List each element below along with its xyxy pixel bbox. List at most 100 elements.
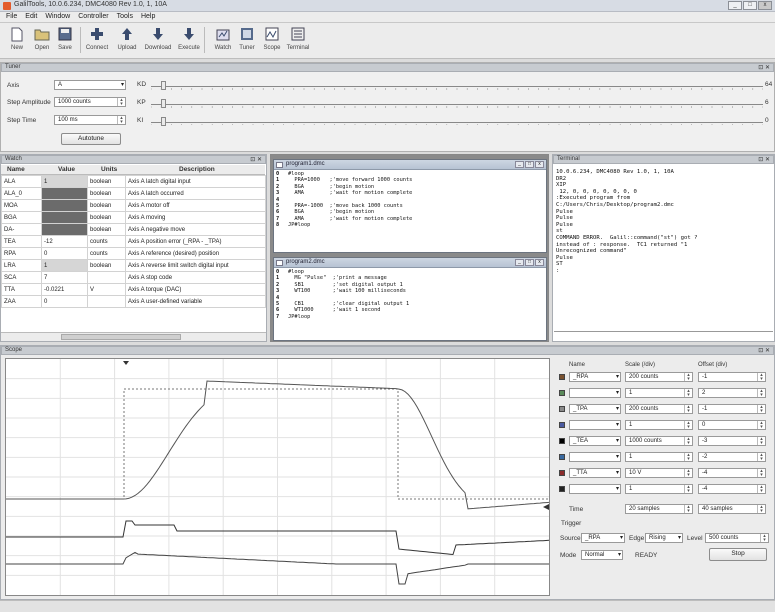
program1-window[interactable]: program1.dmc _ □ x 0 1 2 3 4 5 6 7 8 #loop…: [273, 159, 547, 253]
autotune-button[interactable]: Autotune: [61, 133, 121, 145]
watch-row[interactable]: TTA -0.0221 V Axis A torque (DAC): [1, 283, 266, 296]
channel-select[interactable]: ▾: [569, 420, 621, 430]
scope-canvas: [6, 359, 550, 595]
channel-offset-input[interactable]: -4 ▴ ▾: [698, 468, 766, 478]
channel-color-swatch[interactable]: [559, 406, 565, 412]
channel-scale-input[interactable]: 200 counts ▴ ▾: [625, 372, 693, 382]
upload-button[interactable]: Upload: [112, 25, 142, 51]
channel-color-swatch[interactable]: [559, 470, 565, 476]
channel-color-swatch[interactable]: [559, 438, 565, 444]
terminal-close-icon[interactable]: ⊡ ✕: [758, 156, 770, 163]
terminal-button[interactable]: Terminal: [283, 25, 313, 51]
menu-tools[interactable]: Tools: [114, 12, 138, 22]
channel-select[interactable]: ▾: [569, 484, 621, 494]
scope-col-offset: Offset (div): [698, 362, 728, 368]
trigger-edge-select[interactable]: Rising ▾: [645, 533, 683, 543]
channel-scale-input[interactable]: 1000 counts ▴ ▾: [625, 436, 693, 446]
program2-code[interactable]: #loop MG "Pulse" ;'print a message SB1 ;…: [288, 269, 409, 320]
channel-scale-input[interactable]: 1 ▴ ▾: [625, 452, 693, 462]
channel-select[interactable]: _TPA ▾: [569, 404, 621, 414]
watch-scrollbar[interactable]: [1, 332, 266, 341]
col-description[interactable]: Description: [179, 166, 215, 173]
time-scale-input[interactable]: 20 samples ▴ ▾: [625, 504, 693, 514]
save-button[interactable]: Save: [50, 25, 80, 51]
scope-dock-icon[interactable]: ⊡ ✕: [758, 347, 770, 354]
channel-scale-input[interactable]: 10 V ▴ ▾: [625, 468, 693, 478]
channel-color-swatch[interactable]: [559, 454, 565, 460]
watch-cell-description: Axis A latch occurred: [125, 187, 266, 200]
download-button[interactable]: Download: [143, 25, 173, 51]
channel-select[interactable]: ▾: [569, 388, 621, 398]
offset-marker-icon[interactable]: [543, 504, 549, 510]
channel-offset-input[interactable]: -4 ▴ ▾: [698, 484, 766, 494]
channel-color-swatch[interactable]: [559, 486, 565, 492]
channel-offset-input[interactable]: -1 ▴ ▾: [698, 404, 766, 414]
menu-controller[interactable]: Controller: [75, 12, 113, 22]
menu-edit[interactable]: Edit: [22, 12, 42, 22]
watch-panel: Watch ⊡ ✕ Name Value Units Description A…: [0, 154, 267, 342]
menu-file[interactable]: File: [3, 12, 22, 22]
watch-row[interactable]: MOA boolean Axis A motor off: [1, 199, 266, 212]
program2-line-numbers: 0 1 2 3 4 5 6 7: [276, 269, 280, 320]
axis-select[interactable]: A ▾: [54, 80, 126, 90]
connect-button[interactable]: Connect: [82, 25, 112, 51]
channel-offset-input[interactable]: 2 ▴ ▾: [698, 388, 766, 398]
tuner-dock-icon[interactable]: ⊡ ✕: [758, 64, 770, 71]
watch-row[interactable]: ALA_0 boolean Axis A latch occurred: [1, 187, 266, 200]
channel-select[interactable]: ▾: [569, 452, 621, 462]
channel-offset-input[interactable]: -1 ▴ ▾: [698, 372, 766, 382]
menu-window[interactable]: Window: [42, 12, 75, 22]
watch-close-icon[interactable]: ⊡ ✕: [250, 156, 262, 163]
kp-label: KP: [137, 99, 146, 106]
watch-row[interactable]: TEA -12 counts Axis A position error (_RPA …: [1, 235, 266, 248]
execute-button[interactable]: Execute: [174, 25, 204, 51]
maximize-button[interactable]: □: [743, 1, 757, 10]
channel-color-swatch[interactable]: [559, 390, 565, 396]
close-button[interactable]: x: [758, 1, 772, 10]
terminal-panel: Terminal ⊡ ✕ 10.0.6.234, DMC4080 Rev 1.0…: [552, 154, 775, 342]
watch-cell-name: ZAA: [1, 295, 42, 308]
scope-icon: [264, 25, 280, 43]
time-label: Time: [569, 506, 584, 513]
stop-button[interactable]: Stop: [709, 548, 767, 561]
trigger-source-select[interactable]: _RPA ▾: [581, 533, 625, 543]
col-name[interactable]: Name: [7, 166, 25, 173]
channel-scale-input[interactable]: 1 ▴ ▾: [625, 388, 693, 398]
time-offset-input[interactable]: 40 samples ▴ ▾: [698, 504, 766, 514]
document-icon: [276, 260, 283, 266]
program1-code[interactable]: #loop PRA=1000 ;'move forward 1000 count…: [288, 171, 412, 229]
col-value[interactable]: Value: [58, 166, 75, 173]
channel-offset-input[interactable]: -3 ▴ ▾: [698, 436, 766, 446]
trigger-level-input[interactable]: 500 counts ▴ ▾: [705, 533, 769, 543]
terminal-input[interactable]: [554, 331, 773, 341]
watch-row[interactable]: DA-boolean Axis A negative move: [1, 223, 266, 236]
watch-row[interactable]: LRA 1 boolean Axis A reverse limit switch d…: [1, 259, 266, 272]
watch-cell-units: [87, 295, 126, 308]
col-units[interactable]: Units: [101, 166, 117, 173]
menu-help[interactable]: Help: [138, 12, 160, 22]
watch-row[interactable]: SCA 7 Axis A stop code: [1, 271, 266, 284]
watch-row[interactable]: BGA boolean Axis A moving: [1, 211, 266, 224]
channel-select[interactable]: _RPA ▾: [569, 372, 621, 382]
scope-col-name: Name: [569, 362, 586, 368]
watch-row[interactable]: ZAA 0 Axis A user-defined variable: [1, 295, 266, 308]
channel-select[interactable]: _TEA ▾: [569, 436, 621, 446]
channel-color-swatch[interactable]: [559, 422, 565, 428]
watch-row[interactable]: ALA 1 boolean Axis A latch digital input: [1, 175, 266, 188]
channel-offset-input[interactable]: 0 ▴ ▾: [698, 420, 766, 430]
watch-cell-value: 1: [41, 175, 88, 188]
program2-window[interactable]: program2.dmc _ □ x 0 1 2 3 4 5 6 7 #loop M…: [273, 257, 547, 341]
watch-cell-name: SCA: [1, 271, 42, 284]
trigger-mode-select[interactable]: Normal ▾: [581, 550, 623, 560]
watch-row[interactable]: RPA 0 counts Axis A reference (desired) pos…: [1, 247, 266, 260]
channel-offset-input[interactable]: -2 ▴ ▾: [698, 452, 766, 462]
channel-scale-input[interactable]: 1 ▴ ▾: [625, 420, 693, 430]
channel-scale-input[interactable]: 200 counts ▴ ▾: [625, 404, 693, 414]
step-amplitude-input[interactable]: 1000 counts ▴ ▾: [54, 97, 126, 107]
minimize-button[interactable]: _: [728, 1, 742, 10]
channel-select[interactable]: _TTA ▾: [569, 468, 621, 478]
channel-scale-input[interactable]: 1 ▴ ▾: [625, 484, 693, 494]
channel-color-swatch[interactable]: [559, 374, 565, 380]
scope-plot[interactable]: [5, 358, 550, 596]
step-time-input[interactable]: 100 ms ▴ ▾: [54, 115, 126, 125]
